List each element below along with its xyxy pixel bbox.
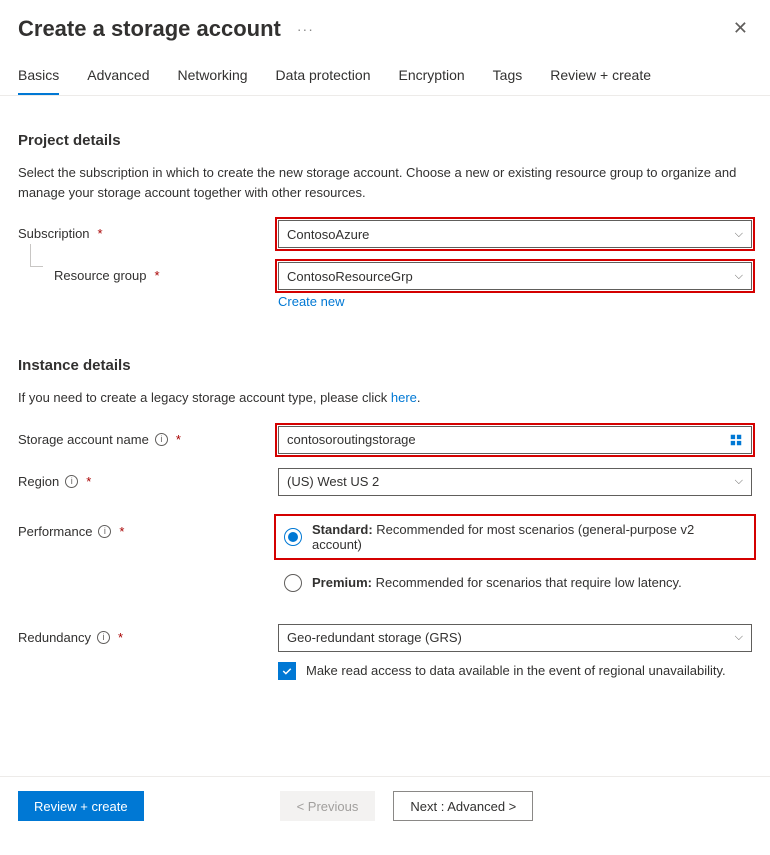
check-icon (281, 665, 293, 677)
storage-account-name-label: Storage account name (18, 432, 149, 447)
tab-encryption[interactable]: Encryption (399, 67, 465, 95)
required-icon: * (119, 524, 124, 539)
required-icon: * (118, 630, 123, 645)
resource-group-select[interactable]: ContosoResourceGrp ⌵ (278, 262, 752, 290)
region-label: Region (18, 474, 59, 489)
required-icon: * (176, 432, 181, 447)
info-icon[interactable]: i (98, 525, 111, 538)
read-access-label: Make read access to data available in th… (306, 663, 726, 678)
review-create-button[interactable]: Review + create (18, 791, 144, 821)
form-scroll-area[interactable]: Project details Select the subscription … (0, 96, 770, 776)
tab-tags[interactable]: Tags (493, 67, 523, 95)
instance-details-heading: Instance details (18, 357, 752, 374)
redundancy-select[interactable]: Geo-redundant storage (GRS) ⌵ (278, 624, 752, 652)
resource-group-value: ContosoResourceGrp (287, 269, 413, 284)
info-icon[interactable]: i (155, 433, 168, 446)
radio-unchecked-icon (284, 574, 302, 592)
storage-icon (729, 433, 743, 447)
chevron-down-icon: ⌵ (735, 475, 743, 488)
info-icon[interactable]: i (65, 475, 78, 488)
tab-networking[interactable]: Networking (178, 67, 248, 95)
create-new-link[interactable]: Create new (278, 294, 344, 309)
tab-basics[interactable]: Basics (18, 67, 59, 95)
subscription-select[interactable]: ContosoAzure ⌵ (278, 220, 752, 248)
required-icon: * (98, 226, 103, 241)
storage-account-name-value: contosoroutingstorage (287, 432, 416, 447)
region-value: (US) West US 2 (287, 474, 379, 489)
performance-label: Performance (18, 524, 92, 539)
subscription-label: Subscription (18, 226, 90, 241)
subscription-value: ContosoAzure (287, 227, 369, 242)
project-details-description: Select the subscription in which to crea… (18, 163, 752, 202)
chevron-down-icon: ⌵ (735, 631, 743, 644)
next-button[interactable]: Next : Advanced > (393, 791, 533, 821)
performance-premium-radio[interactable]: Premium: Recommended for scenarios that … (278, 570, 752, 596)
tab-advanced[interactable]: Advanced (87, 67, 149, 95)
previous-button: < Previous (280, 791, 376, 821)
instance-details-description: If you need to create a legacy storage a… (18, 388, 752, 408)
performance-standard-radio[interactable]: Standard: Recommended for most scenarios… (278, 518, 752, 556)
project-details-heading: Project details (18, 132, 752, 149)
tabs: Basics Advanced Networking Data protecti… (0, 51, 770, 96)
radio-checked-icon (284, 528, 302, 546)
region-select[interactable]: (US) West US 2 ⌵ (278, 468, 752, 496)
chevron-down-icon: ⌵ (735, 270, 743, 283)
redundancy-value: Geo-redundant storage (GRS) (287, 630, 462, 645)
tab-data-protection[interactable]: Data protection (276, 67, 371, 95)
tab-review-create[interactable]: Review + create (550, 67, 651, 95)
close-icon[interactable]: ✕ (729, 14, 752, 43)
redundancy-label: Redundancy (18, 630, 91, 645)
read-access-checkbox[interactable] (278, 662, 296, 680)
resource-group-label: Resource group (54, 268, 147, 283)
chevron-down-icon: ⌵ (735, 228, 743, 241)
legacy-here-link[interactable]: here (391, 390, 417, 405)
page-title: Create a storage account (18, 16, 281, 42)
more-icon[interactable]: ··· (297, 21, 314, 37)
required-icon: * (86, 474, 91, 489)
storage-account-name-input[interactable]: contosoroutingstorage (278, 426, 752, 454)
info-icon[interactable]: i (97, 631, 110, 644)
required-icon: * (155, 268, 160, 283)
